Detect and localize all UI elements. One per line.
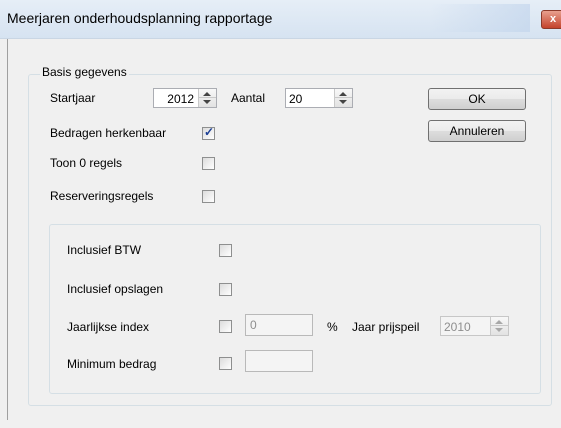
jaarlijkse-index-label: Jaarlijkse index	[67, 320, 150, 334]
spin-down-icon[interactable]	[339, 100, 347, 104]
aantal-value: 20	[289, 92, 303, 106]
spin-down-icon[interactable]	[203, 100, 211, 104]
jaar-prijspeil-spin-buttons[interactable]	[490, 317, 508, 335]
jaar-prijspeil-spinner[interactable]: 2010	[440, 316, 509, 336]
percent-sign: %	[327, 320, 338, 334]
ok-button[interactable]: OK	[428, 88, 526, 110]
inclusief-btw-label: Inclusief BTW	[67, 243, 142, 257]
toon-0-regels-label: Toon 0 regels	[50, 156, 123, 170]
jaar-prijspeil-label: Jaar prijspeil	[352, 320, 420, 334]
title-bar-glass	[430, 4, 530, 32]
spin-divider	[491, 325, 508, 326]
inclusief-opslagen-checkbox[interactable]	[219, 283, 232, 296]
startjaar-value: 2012	[167, 92, 194, 106]
dialog-window: Meerjaren onderhoudsplanning rapportage …	[0, 0, 561, 428]
check-mark-icon: ✓	[204, 125, 215, 139]
group-legend: Basis gegevens	[40, 65, 129, 79]
spin-up-icon[interactable]	[203, 92, 211, 96]
aantal-label: Aantal	[231, 91, 266, 105]
jaarlijkse-index-value: 0	[250, 318, 257, 332]
window-title: Meerjaren onderhoudsplanning rapportage	[7, 10, 273, 26]
bedragen-herkenbaar-checkbox[interactable]: ✓	[202, 125, 215, 140]
inclusief-opslagen-label: Inclusief opslagen	[67, 282, 164, 296]
annuleren-button[interactable]: Annuleren	[428, 120, 526, 142]
bedragen-herkenbaar-label: Bedragen herkenbaar	[50, 126, 167, 140]
minimum-bedrag-checkbox[interactable]	[219, 357, 232, 370]
reserveringsregels-checkbox[interactable]	[202, 190, 215, 203]
toon-0-regels-checkbox[interactable]	[202, 157, 215, 170]
jaarlijkse-index-field[interactable]: 0	[245, 314, 313, 336]
spin-up-icon[interactable]	[339, 92, 347, 96]
inclusief-btw-checkbox[interactable]	[219, 244, 232, 257]
startjaar-spinner[interactable]: 2012	[153, 88, 217, 108]
title-bar[interactable]: Meerjaren onderhoudsplanning rapportage …	[0, 0, 561, 39]
spin-divider	[199, 97, 216, 98]
close-button[interactable]: x	[541, 10, 561, 29]
jaarlijkse-index-checkbox[interactable]	[219, 320, 232, 333]
spin-down-icon[interactable]	[495, 328, 503, 332]
startjaar-spin-buttons[interactable]	[198, 89, 216, 107]
spin-divider	[335, 97, 352, 98]
minimum-bedrag-label: Minimum bedrag	[67, 357, 157, 371]
aantal-spinner[interactable]: 20	[285, 88, 353, 108]
jaar-prijspeil-value: 2010	[444, 320, 471, 334]
aantal-spin-buttons[interactable]	[334, 89, 352, 107]
spin-up-icon[interactable]	[495, 320, 503, 324]
startjaar-label: Startjaar	[50, 91, 96, 105]
reserveringsregels-label: Reserveringsregels	[50, 189, 154, 203]
minimum-bedrag-field[interactable]	[245, 350, 313, 372]
